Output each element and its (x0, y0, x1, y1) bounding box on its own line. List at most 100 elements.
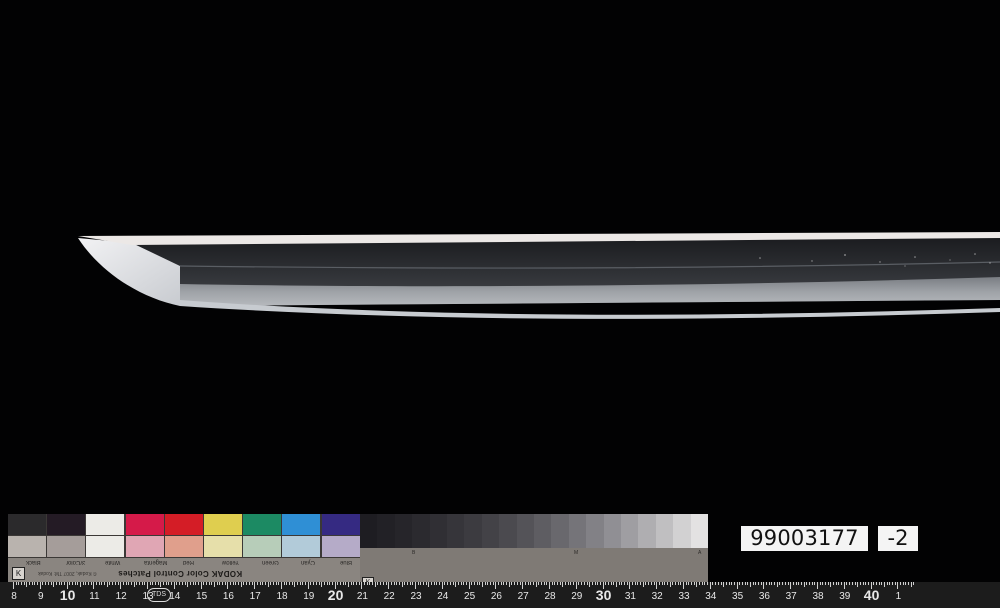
ruler-tick (650, 582, 652, 585)
bottom-row-patch (125, 536, 164, 557)
patch-name-label: Blue (340, 559, 353, 565)
ruler-tick (417, 582, 419, 585)
ruler-label: 18 (276, 591, 288, 602)
ruler-tick (423, 582, 425, 585)
ruler-tick (503, 582, 505, 585)
photo-background: K © Kodak, 2007 TM: Kodak KODAK Color Co… (0, 0, 1000, 608)
ruler-tick (420, 582, 422, 585)
color-control-card: K © Kodak, 2007 TM: Kodak KODAK Color Co… (8, 514, 360, 582)
ruler-tick (415, 582, 416, 589)
ruler-tick (230, 582, 232, 585)
ruler-tick (13, 582, 14, 589)
ruler-tick (532, 582, 534, 585)
ruler-label: 11 (89, 591, 100, 602)
ruler-tick (243, 582, 245, 585)
gray-step (568, 514, 587, 548)
ruler-tick (307, 582, 309, 589)
ruler-tick (406, 582, 408, 585)
ruler-tick (758, 582, 760, 585)
ruler-tick (492, 582, 494, 585)
ruler-tick (487, 582, 489, 585)
ruler-tick (267, 582, 269, 587)
ruler-tick (865, 582, 867, 585)
ruler-tick (465, 582, 467, 585)
ruler-label: 35 (732, 591, 744, 602)
ruler-tick (524, 582, 526, 585)
top-row-patch (282, 514, 321, 535)
ruler-tick (289, 582, 291, 585)
top-row-patch (243, 514, 282, 535)
ruler-tick (58, 582, 60, 585)
ruler-tick (562, 582, 564, 587)
ruler-tick (171, 582, 173, 585)
ruler-tick (527, 582, 529, 585)
ruler-tick (715, 582, 717, 585)
ruler-tick (683, 582, 684, 589)
ruler-tick (594, 582, 596, 585)
ruler-tick (626, 582, 628, 585)
ruler-tick (240, 582, 242, 587)
gray-step (516, 514, 535, 548)
patch-name-label: Black (26, 559, 42, 565)
ruler-tick (42, 582, 44, 585)
ruler-tick (18, 582, 20, 585)
ruler-tick (401, 582, 403, 587)
ruler-tick (707, 582, 709, 585)
ruler-tick (45, 582, 47, 585)
ruler-tick (591, 582, 593, 585)
ruler-tick (913, 582, 915, 585)
ruler-tick (546, 582, 548, 585)
ruler-tick (559, 582, 561, 585)
ruler-tick (21, 582, 23, 585)
ruler-tick (747, 582, 749, 585)
ruler-tick (138, 582, 140, 585)
kodak-logo-icon: K (12, 567, 25, 580)
ruler-tick (302, 582, 304, 585)
ruler-tick (736, 582, 738, 589)
ruler-tick (144, 582, 146, 585)
ruler-tick (205, 582, 207, 585)
ruler-tick (693, 582, 695, 585)
ruler-tick (867, 582, 869, 585)
ruler-tick (792, 582, 794, 585)
gray-label-m: M (574, 550, 579, 556)
ruler-tick (366, 582, 368, 585)
ruler-tick (881, 582, 883, 585)
ruler-tick (535, 582, 537, 587)
ruler-tick (315, 582, 317, 585)
ruler-tick (350, 582, 352, 585)
ruler-tick (827, 582, 829, 585)
ruler-tick (658, 582, 660, 585)
ruler-tick (575, 582, 577, 589)
ruler-tick (900, 582, 902, 585)
ruler-tick (192, 582, 194, 585)
ruler-tick (168, 582, 170, 585)
ruler-tick (637, 582, 639, 585)
ruler-tick (412, 582, 414, 585)
ruler-tick (551, 582, 553, 585)
ruler-tick (114, 582, 116, 585)
color-card-label-strip: K © Kodak, 2007 TM: Kodak KODAK Color Co… (8, 558, 360, 582)
ruler-tick (128, 582, 130, 585)
ruler-tick (441, 582, 443, 589)
ruler-tick (326, 582, 328, 585)
bottom-row-patch (164, 536, 203, 557)
patch-name-label: Yellow (222, 559, 240, 565)
ruler-tick (490, 582, 492, 585)
ruler-tick (835, 582, 837, 585)
ruler-tick (712, 582, 714, 585)
ruler-tick (725, 582, 727, 585)
ruler-tick (849, 582, 851, 585)
ruler-tick (717, 582, 719, 585)
ruler-tick (74, 582, 76, 585)
ruler-label: 38 (812, 591, 824, 602)
ruler-tick (632, 582, 634, 585)
ruler-tick (669, 582, 671, 587)
ruler-tick (339, 582, 341, 585)
ruler-tick (313, 582, 315, 585)
ruler-label: 37 (785, 591, 797, 602)
ruler-tick (195, 582, 197, 585)
ruler-tick (583, 582, 585, 585)
ruler-tick (224, 582, 226, 585)
ruler-tick (50, 582, 52, 585)
